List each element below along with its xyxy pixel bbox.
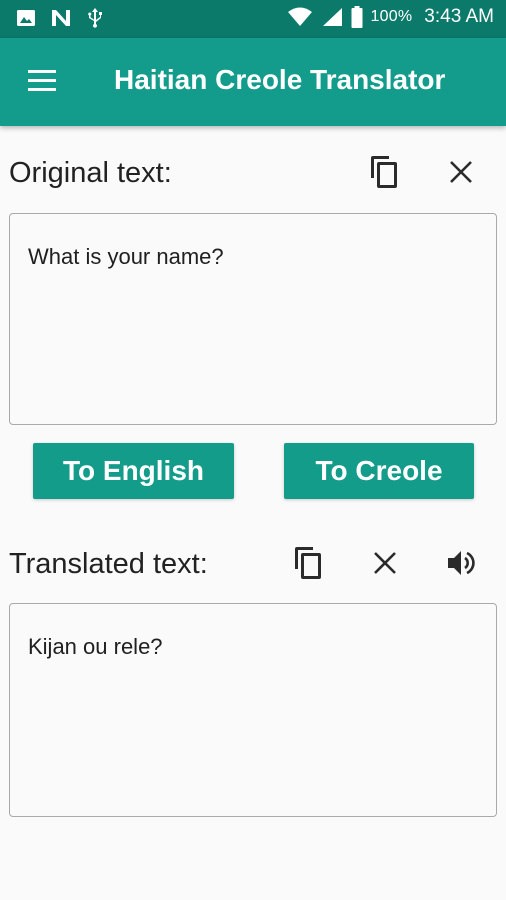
translated-text-label: Translated text: [9, 548, 208, 580]
speak-button[interactable] [441, 545, 481, 585]
signal-icon [321, 7, 343, 27]
status-right: 100% 3:43 AM [287, 6, 494, 28]
original-text-input[interactable]: What is your name? [9, 213, 497, 425]
speaker-icon [446, 548, 476, 583]
to-english-button[interactable]: To English [33, 443, 234, 499]
battery-percent: 100% [370, 8, 413, 25]
clear-translated-button[interactable] [365, 545, 405, 585]
original-text-label: Original text: [9, 157, 172, 189]
copy-icon [369, 154, 401, 195]
copy-icon [293, 545, 325, 586]
app-title: Haitian Creole Translator [114, 64, 446, 95]
clear-original-button[interactable] [441, 154, 481, 194]
usb-icon [86, 7, 104, 29]
translated-text-output[interactable]: Kijan ou rele? [9, 603, 497, 817]
menu-icon[interactable] [26, 68, 60, 96]
n-icon [50, 8, 72, 28]
wifi-icon [287, 7, 313, 27]
clock: 3:43 AM [424, 6, 494, 27]
battery-icon [351, 6, 363, 28]
app-bar: Haitian Creole Translator [0, 38, 506, 126]
status-left-icons [16, 7, 104, 29]
close-icon [372, 550, 398, 581]
to-creole-button[interactable]: To Creole [284, 443, 474, 499]
copy-translated-button[interactable] [289, 545, 329, 585]
status-bar: 100% 3:43 AM [0, 0, 506, 38]
close-icon [448, 159, 474, 190]
image-icon [16, 8, 36, 28]
copy-original-button[interactable] [365, 154, 405, 194]
